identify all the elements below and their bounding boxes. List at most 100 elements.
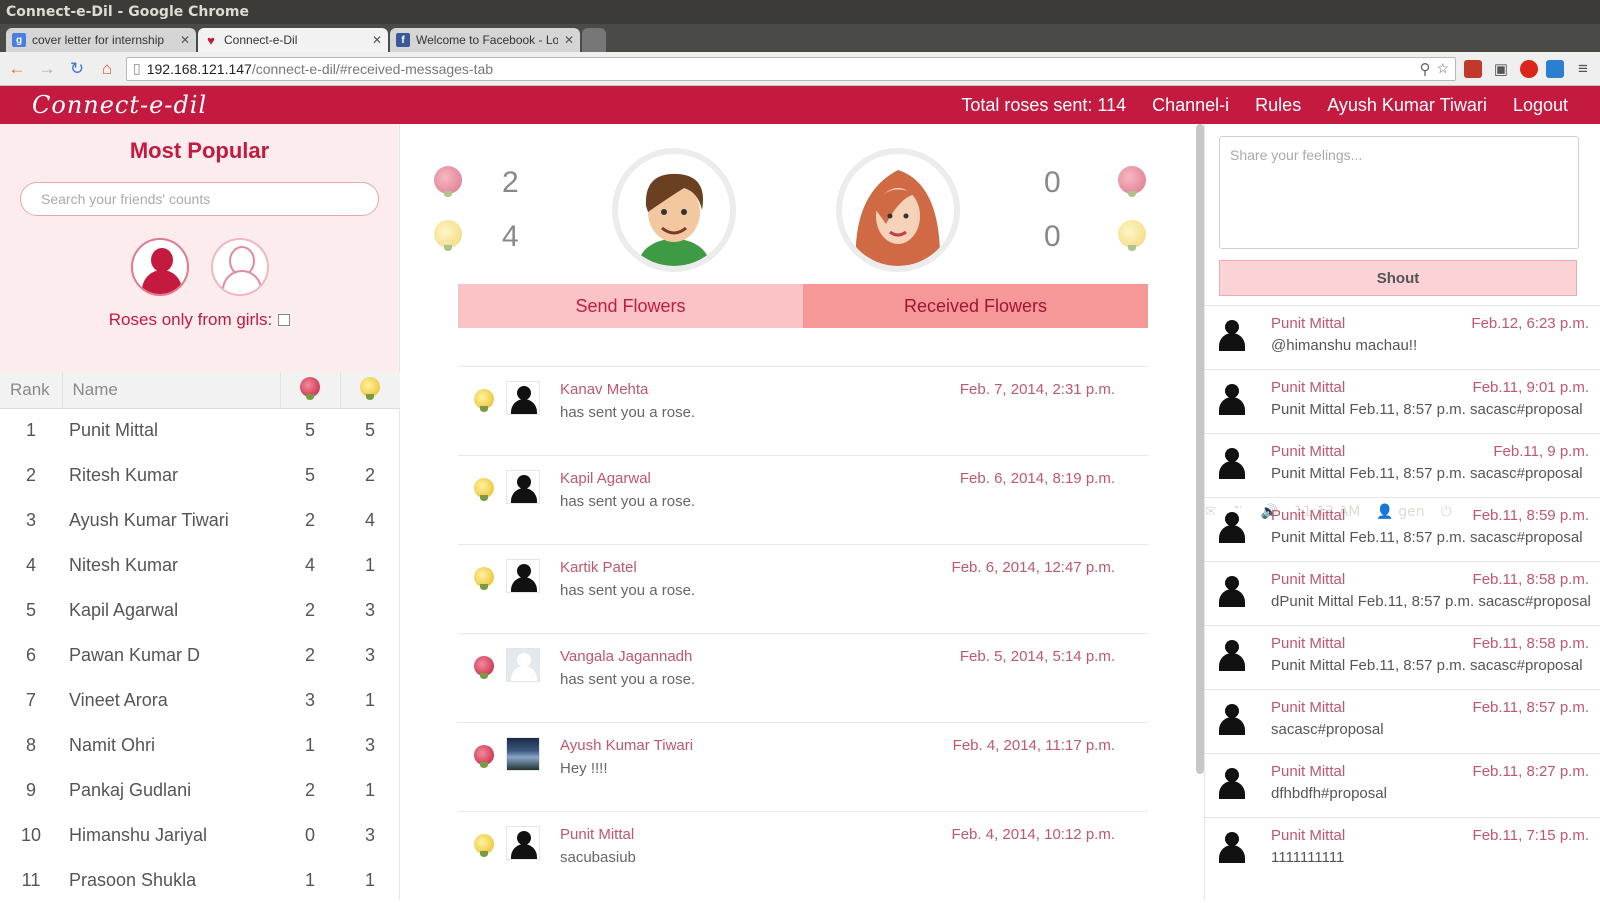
browser-tab-cover-letter[interactable]: g cover letter for internship ✕ (6, 28, 196, 52)
menu-icon[interactable]: ≡ (1572, 58, 1594, 80)
name-cell[interactable]: Prasoon Shukla (62, 858, 280, 903)
name-cell[interactable]: Namit Ohri (62, 723, 280, 768)
new-tab-button[interactable] (582, 28, 606, 52)
table-row[interactable]: 10 Himanshu Jariyal 0 3 (0, 813, 400, 858)
male-filter-avatar[interactable] (130, 238, 189, 296)
shout-author[interactable]: Punit Mittal (1271, 315, 1345, 332)
table-row[interactable]: 8 Namit Ohri 1 3 (0, 723, 400, 768)
shout-author[interactable]: Punit Mittal (1271, 635, 1345, 652)
name-cell[interactable]: Himanshu Jariyal (62, 813, 280, 858)
shout-author[interactable]: Punit Mittal (1271, 763, 1345, 780)
rank-cell: 10 (20, 825, 42, 845)
shout-author[interactable]: Punit Mittal (1271, 507, 1345, 524)
rank-cell: 1 (25, 420, 36, 441)
bookmark-star-icon[interactable]: ☆ (1436, 60, 1449, 77)
shout-avatar[interactable] (1215, 316, 1251, 352)
message-item: Kanav Mehta has sent you a rose. Feb. 7, 2… (458, 366, 1148, 455)
message-text: has sent you a rose. (560, 582, 696, 599)
shout-avatar[interactable] (1215, 508, 1251, 544)
sender-name[interactable]: Kapil Agarwal (560, 470, 651, 487)
shout-button[interactable]: Shout (1219, 260, 1577, 296)
name-cell[interactable]: Ritesh Kumar (62, 453, 280, 498)
name-cell[interactable]: Kapil Agarwal (62, 588, 280, 633)
browser-tab-connect-e-dil[interactable]: ♥ Connect-e-Dil ✕ (198, 28, 388, 52)
sender-avatar[interactable] (506, 648, 540, 682)
shout-avatar[interactable] (1215, 828, 1251, 864)
table-row[interactable]: 9 Pankaj Gudlani 2 1 (0, 768, 400, 813)
name-cell[interactable]: Punit Mittal (62, 408, 280, 453)
name-header[interactable]: Name (62, 372, 281, 409)
sender-name[interactable]: Kanav Mehta (560, 381, 648, 398)
shout-avatar[interactable] (1215, 572, 1251, 608)
name-cell[interactable]: Nitesh Kumar (62, 543, 280, 588)
message-date: Feb. 4, 2014, 10:12 p.m. (951, 826, 1115, 843)
shout-avatar[interactable] (1215, 444, 1251, 480)
screen-capture-icon[interactable]: ▣ (1490, 58, 1512, 80)
red-rose-header[interactable] (280, 372, 341, 409)
red-count-cell: 1 (304, 735, 315, 755)
center-scrollbar[interactable] (1196, 124, 1204, 774)
table-row[interactable]: 2 Ritesh Kumar 5 2 (0, 453, 400, 498)
nav-rules-link[interactable]: Rules (1255, 95, 1301, 116)
sender-avatar[interactable] (506, 559, 540, 593)
sender-name[interactable]: Kartik Patel (560, 559, 637, 576)
extension-icon[interactable] (1546, 59, 1564, 78)
girls-only-checkbox[interactable] (278, 314, 291, 326)
yellow-rose-header[interactable] (340, 372, 400, 409)
friends-search-input[interactable]: Search your friends' counts (20, 182, 379, 216)
reload-icon[interactable]: ↻ (66, 58, 88, 80)
nav-logout-link[interactable]: Logout (1513, 95, 1568, 116)
sender-name[interactable]: Punit Mittal (560, 826, 634, 843)
table-row[interactable]: 5 Kapil Agarwal 2 3 (0, 588, 400, 633)
table-row[interactable]: 3 Ayush Kumar Tiwari 2 4 (0, 498, 400, 543)
table-row[interactable]: 11 Prasoon Shukla 1 1 (0, 858, 400, 903)
name-cell[interactable]: Vineet Arora (62, 678, 280, 723)
sender-name[interactable]: Ayush Kumar Tiwari (560, 737, 693, 754)
browser-tab-facebook[interactable]: f Welcome to Facebook - Lo ✕ (390, 28, 580, 52)
back-icon[interactable]: ← (6, 58, 28, 80)
shout-item: Punit Mittal Feb.12, 6:23 p.m. @himanshu m… (1205, 305, 1600, 369)
table-row[interactable]: 7 Vineet Arora 3 1 (0, 678, 400, 723)
tab-send-flowers[interactable]: Send Flowers (458, 284, 803, 328)
rank-cell: 7 (25, 690, 36, 710)
home-icon[interactable]: ⌂ (96, 58, 118, 80)
table-row[interactable]: 1 Punit Mittal 5 5 (0, 408, 400, 453)
sender-avatar[interactable] (506, 381, 540, 415)
sender-avatar[interactable] (506, 470, 540, 504)
shout-author[interactable]: Punit Mittal (1271, 571, 1345, 588)
name-cell[interactable]: Pankaj Gudlani (62, 768, 280, 813)
adblock-icon[interactable] (1520, 59, 1538, 78)
nav-user-link[interactable]: Ayush Kumar Tiwari (1327, 95, 1487, 116)
nav-channel-link[interactable]: Channel-i (1152, 95, 1229, 116)
shout-avatar[interactable] (1215, 380, 1251, 416)
sender-avatar[interactable] (506, 826, 540, 860)
sender-name[interactable]: Vangala Jagannadh (560, 648, 692, 665)
shout-author[interactable]: Punit Mittal (1271, 379, 1345, 396)
table-row[interactable]: 4 Nitesh Kumar 4 1 (0, 543, 400, 588)
site-logo[interactable]: Connect-e-dil (0, 91, 207, 119)
yellow-rose-icon (474, 834, 494, 857)
shout-author[interactable]: Punit Mittal (1271, 443, 1345, 460)
forward-icon[interactable]: → (36, 58, 58, 80)
google-icon: g (12, 33, 26, 47)
extension-bookmark-icon[interactable] (1464, 59, 1482, 78)
female-filter-avatar[interactable] (210, 238, 269, 296)
name-cell[interactable]: Ayush Kumar Tiwari (62, 498, 280, 543)
close-tab-icon[interactable]: ✕ (372, 33, 382, 47)
shout-avatar[interactable] (1215, 700, 1251, 736)
address-bar[interactable]: ▯ 192.168.121.147/connect-e-dil/#receive… (126, 56, 1456, 81)
sender-avatar[interactable] (506, 737, 540, 771)
shout-avatar[interactable] (1215, 636, 1251, 672)
rank-header[interactable]: Rank (0, 372, 63, 409)
search-icon[interactable]: ⚲ (1419, 60, 1430, 78)
table-row[interactable]: 6 Pawan Kumar D 2 3 (0, 633, 400, 678)
shout-author[interactable]: Punit Mittal (1271, 827, 1345, 844)
close-tab-icon[interactable]: ✕ (180, 33, 190, 47)
close-tab-icon[interactable]: ✕ (564, 33, 574, 47)
shout-author[interactable]: Punit Mittal (1271, 699, 1345, 716)
yellow-rose-icon (474, 389, 494, 412)
shout-avatar[interactable] (1215, 764, 1251, 800)
name-cell[interactable]: Pawan Kumar D (62, 633, 280, 678)
shout-textarea[interactable]: Share your feelings... (1219, 136, 1579, 249)
tab-received-flowers[interactable]: Received Flowers (803, 284, 1148, 328)
